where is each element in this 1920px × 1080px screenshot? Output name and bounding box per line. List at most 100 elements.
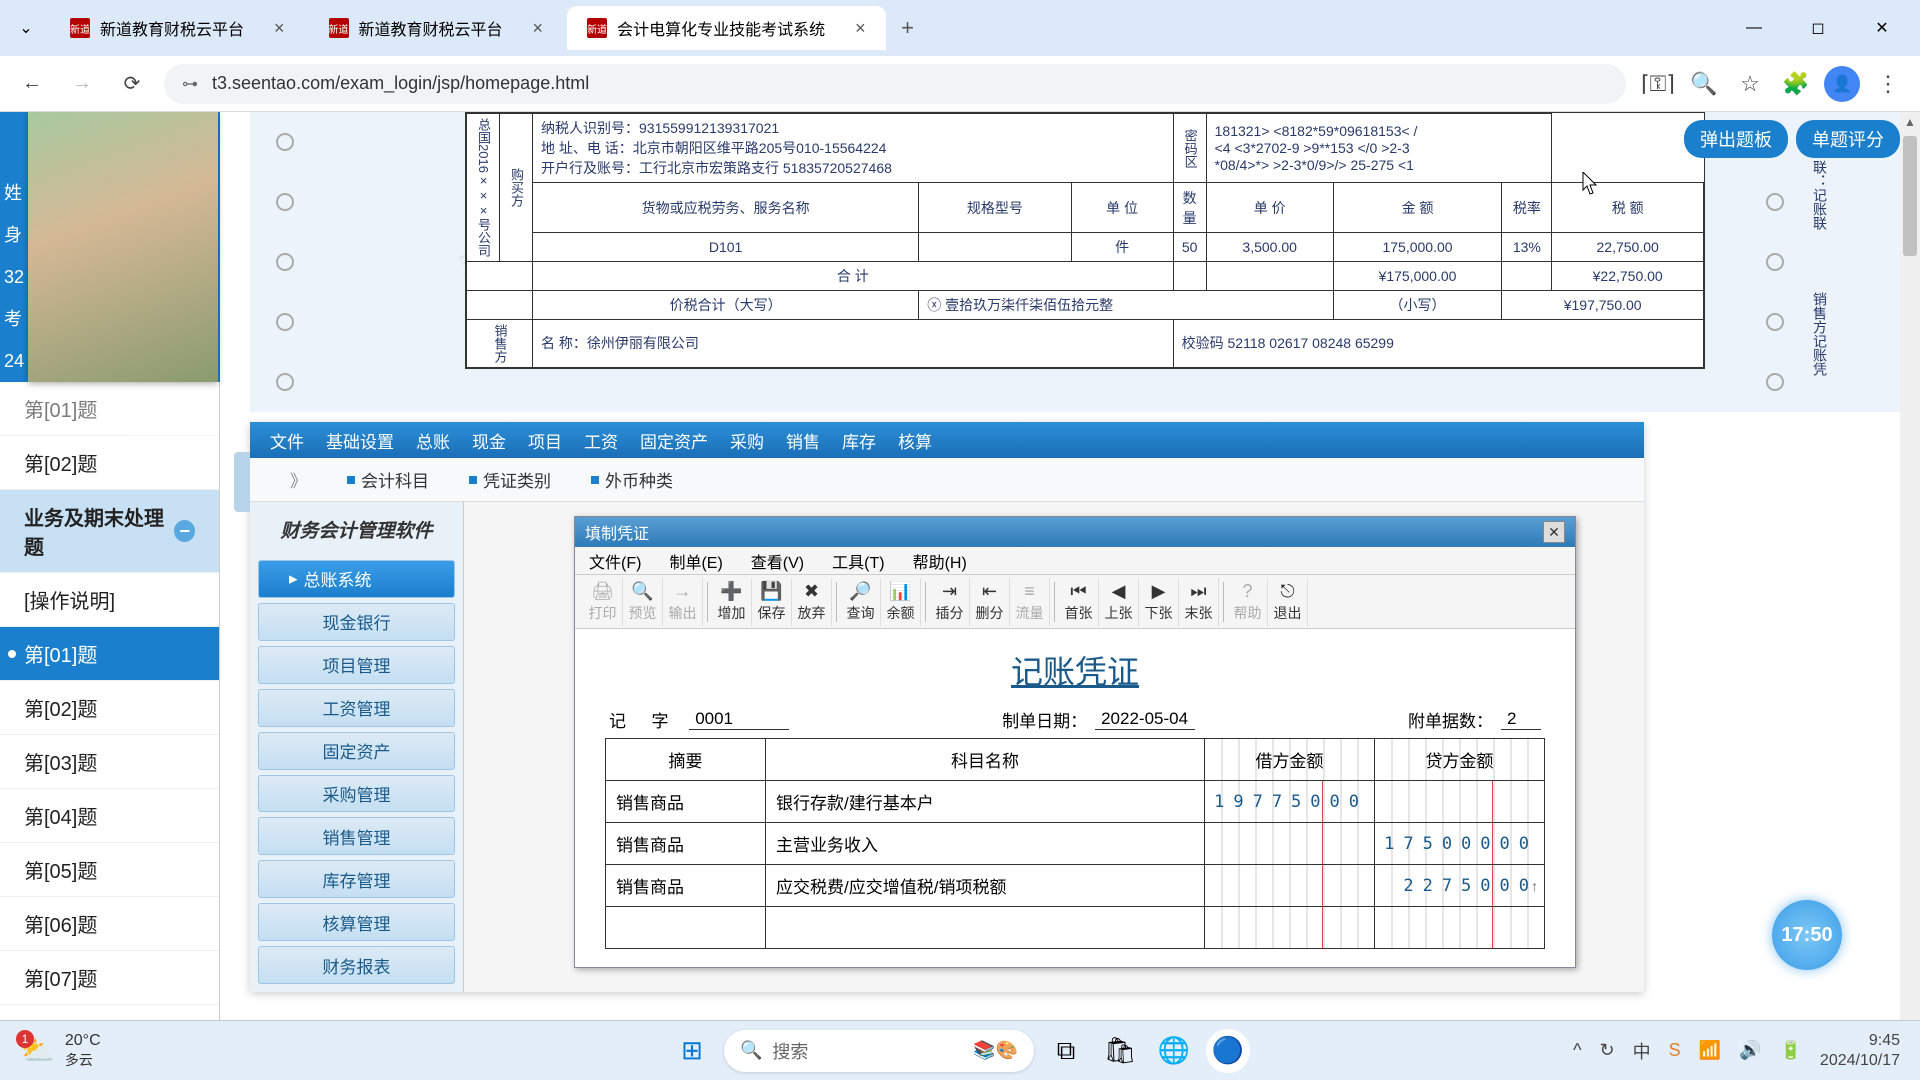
scroll-thumb[interactable] bbox=[1903, 136, 1917, 256]
single-score-button[interactable]: 单题评分 bbox=[1796, 120, 1900, 158]
chrome-icon[interactable]: 🔵 bbox=[1206, 1029, 1250, 1073]
module-salary[interactable]: 工资管理 bbox=[258, 689, 455, 727]
module-cash[interactable]: 现金银行 bbox=[258, 603, 455, 641]
crumb-subject[interactable]: 会计科目 bbox=[347, 467, 429, 492]
question-item-06[interactable]: 第[06]题 bbox=[0, 897, 219, 951]
dialog-close-button[interactable]: ✕ bbox=[1543, 521, 1565, 543]
menu-purchase[interactable]: 采购 bbox=[730, 428, 764, 453]
tray-chevron-icon[interactable]: ^ bbox=[1573, 1040, 1581, 1061]
toolbar-保存[interactable]: 💾保存 bbox=[752, 578, 792, 626]
close-icon[interactable]: × bbox=[533, 18, 544, 39]
floating-clock-widget[interactable]: 17:50 bbox=[1772, 900, 1842, 970]
module-sales[interactable]: 销售管理 bbox=[258, 817, 455, 855]
toolbar-末张[interactable]: ⏭末张 bbox=[1179, 578, 1219, 626]
question-item-02-top[interactable]: 第[02]题 bbox=[0, 436, 219, 490]
taskbar-weather[interactable]: ⛅1 20°C多云 bbox=[20, 1032, 101, 1070]
toolbar-余额[interactable]: 📊余额 bbox=[881, 578, 921, 626]
menu-basic[interactable]: 基础设置 bbox=[326, 428, 394, 453]
sidebar-collapse-handle[interactable] bbox=[234, 452, 250, 512]
scroll-up-icon[interactable]: ▲ bbox=[1904, 112, 1916, 132]
voucher-attach-field[interactable]: 附单据数：2 bbox=[1408, 707, 1541, 732]
menu-ledger[interactable]: 总账 bbox=[416, 428, 450, 453]
menu-salary[interactable]: 工资 bbox=[584, 428, 618, 453]
tray-ime-icon[interactable]: 中 bbox=[1633, 1038, 1651, 1064]
toolbar-插分[interactable]: ⇥插分 bbox=[930, 578, 970, 626]
question-item-01-top[interactable]: 第[01]题 bbox=[0, 382, 219, 436]
toolbar-下张[interactable]: ▶下张 bbox=[1139, 578, 1179, 626]
close-window-button[interactable]: ✕ bbox=[1854, 8, 1910, 48]
profile-avatar[interactable]: 👤 bbox=[1824, 66, 1860, 102]
zoom-icon[interactable]: 🔍 bbox=[1686, 66, 1722, 102]
main-scrollbar[interactable]: ▲ ▼ bbox=[1900, 112, 1920, 1080]
taskview-icon[interactable]: ⧉ bbox=[1044, 1029, 1088, 1073]
question-item-02[interactable]: 第[02]题 bbox=[0, 681, 219, 735]
start-button[interactable]: ⊞ bbox=[670, 1029, 714, 1073]
taskbar-search[interactable]: 🔍 搜索 📚🎨 bbox=[724, 1030, 1034, 1072]
dialog-titlebar[interactable]: 填制凭证 ✕ bbox=[575, 517, 1575, 547]
tray-sync-icon[interactable]: ↻ bbox=[1600, 1040, 1615, 1061]
toolbar-退出[interactable]: ⎋退出 bbox=[1268, 578, 1308, 626]
voucher-date-field[interactable]: 制单日期：2022-05-04 bbox=[1002, 707, 1195, 732]
question-section-header[interactable]: 业务及期末处理题 − bbox=[0, 490, 219, 573]
instructions-item[interactable]: [操作说明] bbox=[0, 573, 219, 627]
question-item-07[interactable]: 第[07]题 bbox=[0, 951, 219, 1005]
module-project[interactable]: 项目管理 bbox=[258, 646, 455, 684]
menu-cash[interactable]: 现金 bbox=[472, 428, 506, 453]
edge-icon[interactable]: 🌐 bbox=[1152, 1029, 1196, 1073]
minimize-button[interactable]: — bbox=[1726, 8, 1782, 48]
voucher-type-field[interactable]: 记 字 0001 bbox=[609, 707, 789, 732]
store-icon[interactable]: 🛍 bbox=[1098, 1029, 1142, 1073]
toolbar-删分[interactable]: ⇤删分 bbox=[970, 578, 1010, 626]
dlg-menu-file[interactable]: 文件(F) bbox=[589, 549, 641, 573]
menu-sales[interactable]: 销售 bbox=[786, 428, 820, 453]
question-item-01[interactable]: 第[01]题 bbox=[0, 627, 219, 681]
voucher-row[interactable]: 销售商品银行存款/建行基本户19775000 bbox=[606, 781, 1545, 823]
tab-1[interactable]: 新道 新道教育财税云平台 × bbox=[50, 6, 305, 50]
reload-button[interactable]: ⟳ bbox=[114, 66, 150, 102]
dlg-menu-view[interactable]: 查看(V) bbox=[751, 549, 804, 573]
forward-button[interactable]: → bbox=[64, 66, 100, 102]
chrome-menu-icon[interactable]: ⋮ bbox=[1870, 66, 1906, 102]
module-ledger[interactable]: 总账系统 bbox=[258, 560, 455, 598]
invoice-document-area[interactable]: 第一联：记账联 销售方记账凭 宋其勇 2410170926354282‍41 宋… bbox=[250, 112, 1920, 412]
breadcrumb-toggle[interactable]: 》 bbox=[290, 467, 307, 492]
password-icon[interactable]: ⌈⚿⌉ bbox=[1640, 66, 1676, 102]
dlg-menu-make[interactable]: 制单(E) bbox=[669, 549, 722, 573]
extensions-icon[interactable]: 🧩 bbox=[1778, 66, 1814, 102]
back-button[interactable]: ← bbox=[14, 66, 50, 102]
maximize-button[interactable]: ◻ bbox=[1790, 8, 1846, 48]
crumb-currency[interactable]: 外币种类 bbox=[591, 467, 673, 492]
tab-3-active[interactable]: 新道 会计电算化专业技能考试系统 × bbox=[567, 6, 886, 50]
dlg-menu-help[interactable]: 帮助(H) bbox=[913, 549, 967, 573]
question-item-05[interactable]: 第[05]题 bbox=[0, 843, 219, 897]
close-icon[interactable]: × bbox=[855, 18, 866, 39]
toolbar-查询[interactable]: 🔎查询 bbox=[841, 578, 881, 626]
module-reports[interactable]: 财务报表 bbox=[258, 946, 455, 984]
tray-wifi-icon[interactable]: 📶 bbox=[1699, 1040, 1721, 1061]
voucher-row[interactable] bbox=[606, 907, 1545, 949]
tray-clock[interactable]: 9:452024/10/17 bbox=[1820, 1031, 1900, 1071]
menu-inventory[interactable]: 库存 bbox=[842, 428, 876, 453]
menu-accounting[interactable]: 核算 bbox=[898, 428, 932, 453]
collapse-icon[interactable]: − bbox=[174, 520, 195, 542]
voucher-row[interactable]: 销售商品主营业务收入17500000 bbox=[606, 823, 1545, 865]
popup-panel-button[interactable]: 弹出题板 bbox=[1684, 120, 1788, 158]
toolbar-上张[interactable]: ◀上张 bbox=[1099, 578, 1139, 626]
url-bar[interactable]: ⊶ t3.seentao.com/exam_login/jsp/homepage… bbox=[164, 64, 1626, 104]
question-item-03[interactable]: 第[03]题 bbox=[0, 735, 219, 789]
menu-project[interactable]: 项目 bbox=[528, 428, 562, 453]
module-purchase[interactable]: 采购管理 bbox=[258, 775, 455, 813]
voucher-entry-table[interactable]: 摘要 科目名称 借方金额 贷方金额 销售商品银行存款/建行基本户19775000… bbox=[605, 738, 1545, 949]
crumb-voucher-type[interactable]: 凭证类别 bbox=[469, 467, 551, 492]
module-assets[interactable]: 固定资产 bbox=[258, 732, 455, 770]
module-accounting[interactable]: 核算管理 bbox=[258, 903, 455, 941]
tray-battery-icon[interactable]: 🔋 bbox=[1780, 1040, 1802, 1061]
bookmark-icon[interactable]: ☆ bbox=[1732, 66, 1768, 102]
toolbar-首张[interactable]: ⏮首张 bbox=[1059, 578, 1099, 626]
close-icon[interactable]: × bbox=[274, 18, 285, 39]
dlg-menu-tool[interactable]: 工具(T) bbox=[832, 549, 884, 573]
question-item-04[interactable]: 第[04]题 bbox=[0, 789, 219, 843]
toolbar-放弃[interactable]: ✖放弃 bbox=[792, 578, 832, 626]
voucher-row[interactable]: 销售商品应交税费/应交增值税/销项税额2275000 bbox=[606, 865, 1545, 907]
tray-sogou-icon[interactable]: S bbox=[1669, 1040, 1681, 1061]
